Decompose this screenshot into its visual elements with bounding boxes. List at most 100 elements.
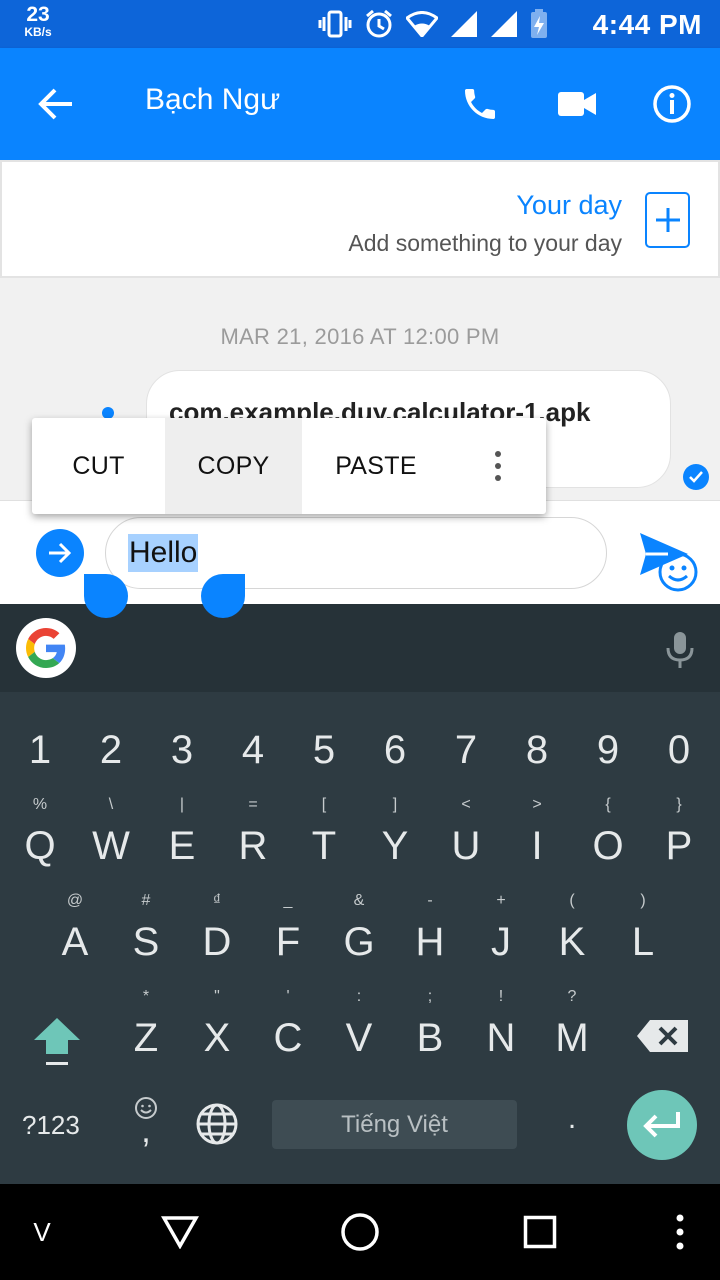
key-hint: % — [32, 796, 48, 813]
key-letter[interactable]: ; B — [400, 988, 460, 1068]
key-hint: ( — [569, 892, 575, 909]
key-label: N — [486, 1016, 516, 1060]
back-button[interactable] — [28, 78, 84, 130]
info-button[interactable] — [646, 78, 698, 130]
battery-charging-icon — [531, 9, 547, 38]
copy-button[interactable]: COPY — [165, 418, 302, 514]
key-letter[interactable]: " X — [187, 988, 247, 1068]
key-letter[interactable]: [T — [294, 796, 354, 876]
your-day-card[interactable]: Your day Add something to your day — [0, 160, 720, 278]
key-hint: ? — [567, 988, 577, 1005]
shift-key[interactable] — [28, 1014, 86, 1070]
key-letter[interactable]: ! N — [471, 988, 531, 1068]
seen-check-icon — [683, 464, 709, 490]
voice-call-button[interactable] — [455, 78, 505, 130]
key-label: S — [132, 920, 160, 964]
key-label: Q — [24, 824, 56, 868]
key-hint: ; — [427, 988, 433, 1005]
key-letter[interactable]: ? M — [542, 988, 602, 1068]
add-to-day-button[interactable] — [645, 192, 690, 248]
key-hint: = — [248, 796, 258, 813]
nav-home-button[interactable] — [340, 1204, 380, 1260]
plus-icon — [655, 208, 680, 232]
key-hint: _ — [283, 892, 293, 909]
video-camera-icon — [558, 92, 596, 116]
key-label: L — [631, 920, 655, 964]
nav-hide-keyboard-button[interactable]: V — [28, 1204, 56, 1260]
more-vert-icon — [676, 1214, 684, 1250]
microphone-icon[interactable] — [662, 630, 698, 670]
key-letter[interactable]: # S — [116, 892, 176, 972]
video-call-button[interactable] — [550, 78, 604, 130]
key-letter[interactable]: -H — [400, 892, 460, 972]
key-hint: ₫ — [212, 892, 222, 909]
key-label: T — [311, 824, 337, 868]
key-label: R — [238, 824, 268, 868]
your-day-title: Your day — [516, 190, 622, 220]
status-bar: 23 KB/s 4:44 PM — [0, 0, 720, 48]
key-hint: ' — [286, 988, 290, 1005]
backspace-key[interactable] — [636, 1018, 690, 1054]
key-letter[interactable]: :V — [329, 988, 389, 1068]
cut-button[interactable]: CUT — [32, 418, 165, 514]
key-letter[interactable]: ) L — [613, 892, 673, 972]
language-key[interactable] — [195, 1102, 239, 1146]
key-letter[interactable]: % Q — [10, 796, 70, 876]
key-letter[interactable]: * Z — [116, 988, 176, 1068]
key-label: 8 — [525, 728, 549, 772]
expand-actions-button[interactable] — [36, 529, 84, 577]
key-hint: ) — [640, 892, 646, 909]
google-icon[interactable] — [16, 618, 76, 678]
key-label: H — [415, 920, 445, 964]
key-hint: { — [605, 796, 611, 813]
key-letter[interactable]: & G — [329, 892, 389, 972]
send-icon[interactable] — [638, 531, 690, 577]
key-hint: - — [427, 892, 433, 909]
shift-icon — [34, 1018, 80, 1065]
key-hint: | — [179, 796, 185, 813]
key-letter[interactable]: ] Y — [365, 796, 425, 876]
key-letter[interactable]: < U — [436, 796, 496, 876]
key-letter[interactable]: (K — [542, 892, 602, 972]
home-circle-icon — [341, 1213, 379, 1251]
keyboard: 1 2 3 4 5 6 7 8 9 0% Q \ W | E = R[T] Y < U > I{O} P @ A # S ₫ D _ F & G… — [0, 692, 720, 1184]
space-key[interactable]: Tiếng Việt — [272, 1100, 517, 1149]
contact-name[interactable]: Bạch Ngư — [145, 83, 280, 117]
status-icons — [318, 8, 548, 40]
key-letter[interactable]: ' C — [258, 988, 318, 1068]
key-letter[interactable]: + J — [471, 892, 531, 972]
enter-key[interactable] — [627, 1090, 697, 1160]
message-input-text[interactable]: Hello — [128, 534, 199, 572]
key-letter[interactable]: | E — [152, 796, 212, 876]
key-hint: < — [461, 796, 471, 813]
emoji-comma-key[interactable]: , — [126, 1094, 166, 1150]
selection-handle-start[interactable] — [84, 574, 128, 618]
key-letter[interactable]: ₫ D — [187, 892, 247, 972]
back-triangle-icon — [161, 1216, 199, 1249]
key-letter[interactable]: {O — [578, 796, 638, 876]
globe-icon — [196, 1103, 238, 1145]
key-letter[interactable]: @ A — [45, 892, 105, 972]
key-letter[interactable]: > I — [507, 796, 567, 876]
message-input[interactable]: Hello — [105, 517, 698, 592]
key-label: 7 — [454, 728, 478, 772]
key-letter[interactable]: \ W — [81, 796, 141, 876]
key-letter[interactable]: = R — [223, 796, 283, 876]
key-letter[interactable]: } P — [649, 796, 709, 876]
text-selection-menu: CUT COPY PASTE — [32, 418, 546, 514]
paste-button[interactable]: PASTE — [302, 418, 450, 514]
key-label: W — [92, 824, 130, 868]
nav-back-button[interactable] — [160, 1204, 200, 1260]
selection-handle-end[interactable] — [201, 574, 245, 618]
nav-recents-button[interactable] — [522, 1204, 558, 1260]
more-options-icon[interactable] — [450, 418, 546, 514]
key-label: 6 — [383, 728, 407, 772]
nav-menu-button[interactable] — [670, 1204, 690, 1260]
key-label: V — [345, 1016, 373, 1060]
key-hint: & — [353, 892, 365, 909]
vibrate-icon — [318, 10, 352, 38]
symbols-key[interactable]: ?123 — [22, 1110, 80, 1141]
phone-icon — [465, 89, 495, 119]
key-letter[interactable]: _ F — [258, 892, 318, 972]
period-key[interactable]: . — [560, 1102, 584, 1142]
